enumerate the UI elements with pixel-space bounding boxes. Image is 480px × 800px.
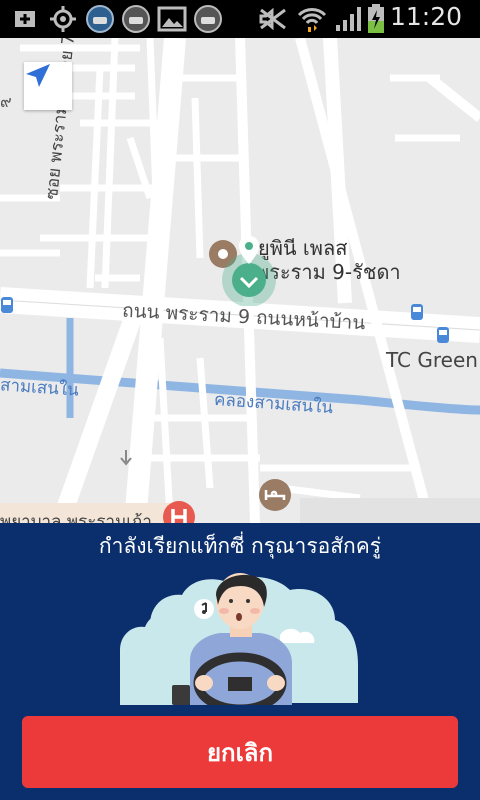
signal-icon [332, 5, 362, 33]
map-view[interactable]: ๙ ถนน พระราม 9 ถนนหน้าบ้าน ยูพินี เพลส พ… [0, 38, 480, 523]
calling-status-text: กำลังเรียกแท็กซี่ กรุณารอสักครู่ [98, 534, 382, 558]
map-label-canal-left: สามเสนใน [0, 375, 80, 401]
image-icon [156, 5, 188, 33]
status-bar: 11:20 [0, 0, 480, 38]
battery-charging-icon [365, 4, 387, 33]
taxi-app-icon [84, 5, 116, 33]
driver-illustration [120, 565, 360, 714]
gps-icon [48, 5, 78, 33]
status-time: 11:20 [389, 2, 462, 31]
mute-icon [258, 5, 288, 33]
map-label-number: ๙ [0, 92, 12, 111]
my-location-button[interactable] [24, 62, 72, 110]
add-icon [10, 5, 40, 33]
taxi-app-icon [120, 5, 152, 33]
wifi-icon [296, 5, 328, 33]
map-label-hospital: พยาบาล พระรามเก้า [0, 512, 152, 523]
cancel-button[interactable]: ยกเลิก [22, 716, 458, 788]
map-label-tc-green: TC Green [386, 348, 478, 372]
taxi-app-icon [192, 5, 224, 33]
